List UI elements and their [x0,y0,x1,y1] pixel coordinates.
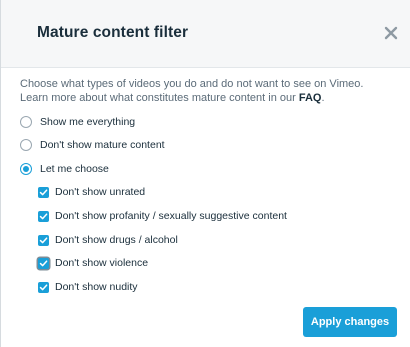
close-icon [384,26,398,40]
checkmark-icon [39,283,48,290]
dialog-title: Mature content filter [37,24,189,41]
apply-changes-button[interactable]: Apply changes [303,307,397,337]
checkbox-row-nudity[interactable]: Don't show nudity [38,279,138,295]
checkbox-checked[interactable] [38,234,49,246]
radio-button-selected[interactable] [20,163,32,175]
close-button[interactable] [380,22,402,44]
radio-button[interactable] [20,116,32,128]
dialog-body: Choose what types of videos you do and d… [20,77,392,105]
checkbox-row-profanity[interactable]: Don't show profanity / sexually suggesti… [38,208,287,224]
checkmark-icon [39,212,48,219]
checkbox-row-violence[interactable]: Don't show violence [38,255,148,271]
checkbox-checked[interactable] [38,210,49,222]
description-text: Choose what types of videos you do and d… [20,77,392,105]
dialog-header: Mature content filter [1,0,410,68]
checkbox-row-drugs-alcohol[interactable]: Don't show drugs / alcohol [38,232,178,248]
checkbox-label: Don't show nudity [55,281,138,293]
checkbox-label: Don't show profanity / sexually suggesti… [55,210,287,222]
checkmark-icon [39,259,48,266]
faq-link[interactable]: FAQ [299,92,322,104]
checkmark-icon [39,188,48,195]
checkbox-checked-focused[interactable] [38,257,49,269]
radio-button[interactable] [20,139,32,151]
mature-content-dialog: Mature content filter Choose what types … [0,0,410,347]
radio-show-everything[interactable]: Show me everything [20,114,135,130]
radio-let-me-choose[interactable]: Let me choose [20,161,109,177]
radio-label: Let me choose [40,163,109,175]
checkmark-icon [39,236,48,243]
description-end: . [321,92,325,104]
radio-label: Don't show mature content [40,139,165,151]
checkbox-checked[interactable] [38,281,49,293]
checkbox-label: Don't show unrated [55,186,146,198]
radio-no-mature-content[interactable]: Don't show mature content [20,137,165,153]
radio-label: Show me everything [40,116,136,128]
checkbox-label: Don't show drugs / alcohol [55,234,178,246]
checkbox-label: Don't show violence [55,257,149,269]
checkbox-row-unrated[interactable]: Don't show unrated [38,184,145,200]
checkbox-checked[interactable] [38,186,49,198]
